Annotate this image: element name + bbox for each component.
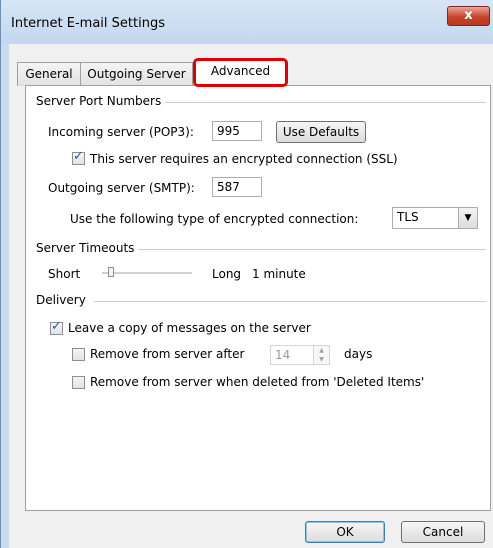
- server-timeouts-heading: Server Timeouts: [36, 241, 139, 255]
- remove-after-checkbox[interactable]: [72, 348, 85, 361]
- incoming-server-label: Incoming server (POP3):: [48, 125, 194, 139]
- outgoing-server-label: Outgoing server (SMTP):: [48, 181, 195, 195]
- window-title: Internet E-mail Settings: [11, 16, 165, 31]
- tab-outgoing-server[interactable]: Outgoing Server: [80, 62, 193, 86]
- tab-general[interactable]: General: [17, 62, 81, 86]
- timeout-value-label: 1 minute: [252, 267, 306, 281]
- remove-after-days-input[interactable]: 14: [270, 345, 314, 365]
- spinner-down-icon[interactable]: ▼: [314, 355, 329, 364]
- ssl-label: This server requires an encrypted connec…: [90, 152, 398, 166]
- ok-button[interactable]: OK: [305, 521, 385, 543]
- timeout-slider-track[interactable]: [102, 272, 192, 275]
- checkmark-icon: ✓: [51, 319, 62, 334]
- remove-after-label: Remove from server after: [90, 347, 245, 361]
- server-port-numbers-heading: Server Port Numbers: [36, 94, 166, 108]
- title-bar: Internet E-mail Settings x: [1, 0, 493, 44]
- group-divider: [156, 102, 486, 103]
- spinner-up-icon[interactable]: ▲: [314, 346, 329, 355]
- group-divider: [94, 301, 486, 302]
- remove-deleted-label: Remove from server when deleted from 'De…: [90, 375, 425, 389]
- encryption-type-label: Use the following type of encrypted conn…: [70, 212, 359, 226]
- days-spinner[interactable]: ▲ ▼: [313, 345, 330, 365]
- incoming-port-input[interactable]: 995: [212, 121, 262, 141]
- close-icon: x: [464, 8, 473, 23]
- close-button[interactable]: x: [447, 6, 490, 26]
- checkmark-icon: ✓: [73, 149, 84, 164]
- leave-copy-checkbox[interactable]: ✓: [50, 319, 63, 335]
- ssl-checkbox[interactable]: ✓: [72, 149, 85, 165]
- timeout-short-label: Short: [48, 267, 81, 281]
- timeout-slider-thumb[interactable]: [108, 267, 114, 277]
- group-divider: [138, 249, 486, 250]
- remove-deleted-checkbox[interactable]: [72, 376, 85, 389]
- timeout-long-label: Long: [212, 267, 242, 281]
- dialog-window: Internet E-mail Settings x General Outgo…: [0, 0, 493, 548]
- leave-copy-label: Leave a copy of messages on the server: [68, 321, 311, 335]
- encryption-type-select[interactable]: TLS ▼: [392, 207, 478, 229]
- advanced-panel: Server Port Numbers Incoming server (POP…: [25, 85, 491, 511]
- tab-advanced[interactable]: Advanced: [193, 58, 288, 87]
- outgoing-port-input[interactable]: 587: [212, 177, 262, 197]
- dropdown-arrow-icon[interactable]: ▼: [458, 208, 477, 228]
- encryption-type-value: TLS: [397, 210, 419, 224]
- days-label: days: [344, 347, 373, 361]
- use-defaults-button[interactable]: Use Defaults: [276, 121, 366, 143]
- cancel-button[interactable]: Cancel: [401, 521, 485, 543]
- delivery-heading: Delivery: [36, 293, 90, 307]
